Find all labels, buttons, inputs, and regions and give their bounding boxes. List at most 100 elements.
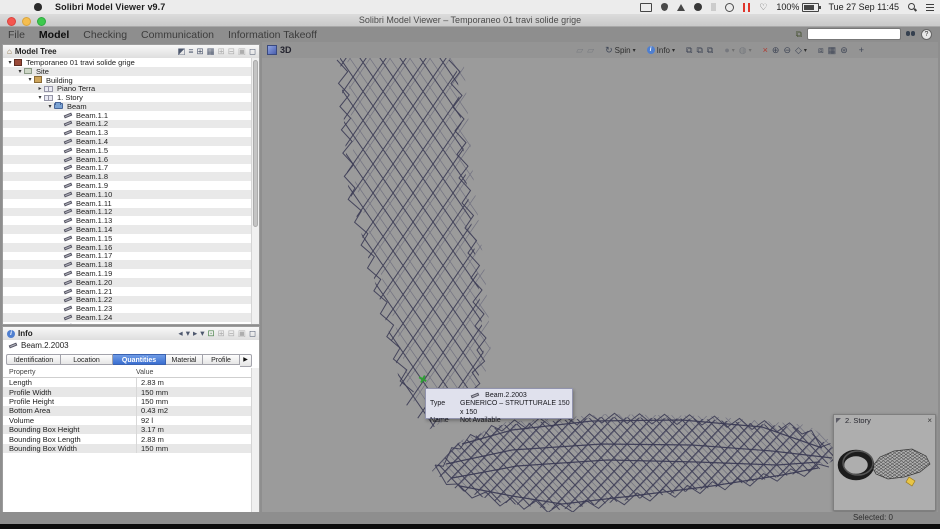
heart-icon[interactable]: ♡ [759, 3, 767, 12]
tab-quantities[interactable]: Quantities [113, 354, 166, 365]
menu-file[interactable]: File [8, 29, 25, 41]
tree-row[interactable]: Beam.1.1 [3, 111, 252, 120]
disclosure-open-icon[interactable]: ▾ [26, 76, 34, 83]
disclosure-open-icon[interactable]: ▾ [36, 94, 44, 101]
restore-panel-icon[interactable]: ▣ [238, 329, 246, 338]
tree-row[interactable]: Beam.1.10 [3, 190, 252, 199]
play-triangle-icon[interactable] [677, 4, 685, 11]
tree-row[interactable]: Beam.1.14 [3, 225, 252, 234]
tree-row[interactable]: Beam.1.21 [3, 287, 252, 296]
history-forward-icon[interactable]: ▸ [193, 329, 197, 338]
viewport-3d[interactable]: Beam.2.2003 Type GENERICO – STRUTTURALE … [262, 58, 938, 512]
menu-model[interactable]: Model [39, 29, 69, 41]
property-row[interactable]: Profile Height150 mm [3, 397, 252, 406]
tree-row[interactable]: Beam.1.11 [3, 199, 252, 208]
grid-view-icon[interactable]: ▦ [207, 47, 215, 56]
maximize-panel-icon[interactable]: ⊞ [218, 329, 225, 338]
update-model-icon[interactable]: ⧉ [696, 46, 702, 55]
spotlight-search-icon[interactable] [908, 3, 917, 12]
maximize-panel-icon[interactable]: ⊞ [218, 47, 225, 56]
battery-indicator[interactable]: 100% [776, 2, 819, 12]
model-tree-scrollbar[interactable] [251, 58, 259, 324]
shield-icon[interactable] [661, 3, 668, 11]
history-back-caret[interactable]: ▾ [186, 329, 190, 338]
tree-row[interactable]: Beam.1.12 [3, 208, 252, 217]
settings-icon[interactable]: ⊛ [840, 46, 848, 55]
more-tabs-button[interactable]: ▶ [240, 354, 252, 367]
apple-menu-icon[interactable] [34, 3, 42, 11]
tree-row[interactable]: Beam.1.16 [3, 243, 252, 252]
view3d-tab[interactable]: 3D [280, 45, 292, 55]
property-row[interactable]: Volume92 l [3, 416, 252, 425]
tree-row[interactable]: ▾1. Story [3, 93, 252, 102]
disclosure-closed-icon[interactable]: ▸ [36, 85, 44, 92]
story-overview-window[interactable]: 2. Story × [833, 414, 936, 511]
help-icon[interactable]: ? [921, 29, 932, 40]
menu-communication[interactable]: Communication [141, 29, 214, 41]
property-row[interactable]: Bounding Box Width150 mm [3, 444, 252, 453]
tree-row[interactable]: Beam.1.22 [3, 296, 252, 305]
zoom-in-icon[interactable]: ⊕ [772, 46, 780, 55]
disclosure-open-icon[interactable]: ▾ [6, 59, 14, 66]
tree-row[interactable]: Beam.1.19 [3, 269, 252, 278]
measure-dropdown[interactable]: ◇▾ [795, 46, 807, 55]
clear-selection-icon[interactable]: × [763, 46, 768, 55]
time-machine-icon[interactable] [725, 3, 734, 12]
color-mode-dropdown[interactable]: ●▾ [724, 46, 734, 55]
tree-row[interactable]: Beam.1.7 [3, 164, 252, 173]
tree-row[interactable]: Beam.1.20 [3, 278, 252, 287]
tree-row[interactable]: Beam.1.23 [3, 304, 252, 313]
scrollbar-thumb[interactable] [253, 60, 258, 227]
menu-information-takeoff[interactable]: Information Takeoff [228, 29, 317, 41]
info-mode-button[interactable]: iInfo▾ [647, 46, 675, 55]
tree-row[interactable]: Beam.1.13 [3, 216, 252, 225]
float-panel-icon[interactable]: ◻ [249, 47, 256, 56]
display-icon[interactable] [640, 3, 652, 12]
property-row[interactable]: Bounding Box Length2.83 m [3, 434, 252, 443]
tree-row[interactable]: Beam.1.24 [3, 313, 252, 322]
tree-row[interactable]: ▸Piano Terra [3, 84, 252, 93]
tree-row[interactable]: ▾Site [3, 67, 252, 76]
expand-branch-icon[interactable]: ⊞ [197, 47, 204, 56]
tree-row[interactable]: ▾Temporaneo 01 travi solide grige [3, 58, 252, 67]
tab-profile[interactable]: Profile [203, 354, 240, 365]
info-scrollbar[interactable] [251, 368, 259, 529]
tree-row[interactable]: Beam.1.9 [3, 181, 252, 190]
property-row[interactable]: Bounding Box Height3.17 m [3, 425, 252, 434]
zoom-out-icon[interactable]: ⊖ [783, 46, 791, 55]
tree-row[interactable]: ▾Beam [3, 102, 252, 111]
report-icon[interactable]: ⊡ [208, 329, 215, 338]
tree-row[interactable]: Beam.1.18 [3, 260, 252, 269]
tree-row[interactable]: Beam.1.17 [3, 252, 252, 261]
tree-row[interactable]: Beam.1.4 [3, 137, 252, 146]
add-file-icon[interactable]: ⧉ [686, 46, 692, 55]
selection-basket-icon[interactable]: ◩ [178, 47, 186, 56]
tree-row[interactable]: Beam.1.15 [3, 234, 252, 243]
tab-location[interactable]: Location [61, 354, 113, 365]
property-row[interactable]: Profile Width150 mm [3, 387, 252, 396]
app-status-icon[interactable] [694, 3, 702, 11]
menu-checking[interactable]: Checking [83, 29, 127, 41]
dim-status-icon[interactable] [711, 3, 716, 11]
tree-list-icon[interactable]: ≡ [189, 47, 194, 56]
notification-center-icon[interactable] [926, 4, 934, 6]
transparency-dropdown[interactable]: ◍▾ [739, 46, 752, 55]
camera-mode-icon[interactable]: ▱ [587, 46, 594, 55]
layers-icon[interactable]: ⧉ [707, 46, 713, 55]
disclosure-open-icon[interactable]: ▾ [16, 68, 24, 75]
walk-mode-icon[interactable]: ▱ [576, 46, 583, 55]
menubar-clock[interactable]: Tue 27 Sep 11:45 [828, 2, 899, 12]
property-row[interactable]: Bottom Area0.43 m2 [3, 406, 252, 415]
search-input[interactable] [807, 28, 901, 40]
footprint-grid-icon[interactable]: ▦ [828, 46, 837, 55]
disclosure-open-icon[interactable]: ▾ [46, 103, 54, 110]
tab-identification[interactable]: Identification [6, 354, 61, 365]
tree-row[interactable]: Beam.1.8 [3, 172, 252, 181]
float-panel-icon[interactable]: ◻ [249, 329, 256, 338]
spin-button[interactable]: ↻Spin▾ [605, 46, 636, 55]
tree-row[interactable]: Beam.1.6 [3, 155, 252, 164]
notes-icon[interactable]: ⧉ [796, 29, 802, 40]
tree-row[interactable]: Beam.1.2 [3, 120, 252, 129]
history-forward-caret[interactable]: ▾ [200, 329, 204, 338]
find-binoculars-icon[interactable] [906, 31, 916, 37]
